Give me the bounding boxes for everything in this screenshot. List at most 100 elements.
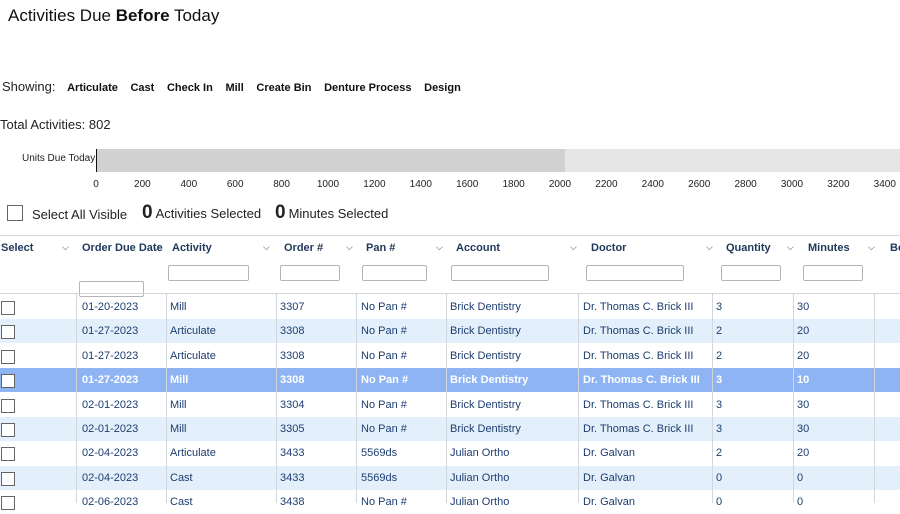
cell-order-number: 3433 [280,471,305,484]
column-header-pan-number[interactable]: Pan # [366,242,395,254]
activity-filter-input[interactable] [168,265,249,281]
column-divider [276,294,277,503]
column-header-bo[interactable]: Bo [890,242,900,254]
cell-quantity: 0 [716,496,723,509]
row-select-checkbox[interactable] [1,325,15,340]
order-number-filter-input[interactable] [280,265,340,281]
row-select-checkbox[interactable] [1,496,15,511]
axis-tick-label: 600 [226,179,244,190]
column-header-minutes[interactable]: Minutes [808,242,850,254]
quantity-filter-input[interactable] [721,265,781,281]
axis-tick-label: 3400 [873,179,896,190]
axis-tick-label: 2400 [641,179,664,190]
cell-pan-number: No Pan # [361,496,407,509]
cell-pan-number: 5569ds [361,471,398,484]
cell-minutes: 30 [797,398,810,411]
table-row[interactable]: 02-04-2023 Cast 3433 5569ds Julian Ortho Dr. … [0,465,900,490]
cell-minutes: 20 [797,325,810,338]
chevron-down-icon[interactable]: ⌵ [263,242,270,253]
cell-doctor: Dr. Thomas C. Brick III [583,349,694,362]
column-header-order-due-date[interactable]: Order Due Date [82,242,163,254]
table-row[interactable]: 01-27-2023 Articulate 3308 No Pan # Brick De… [0,344,900,368]
filter-design[interactable]: Design [424,82,461,94]
table-row[interactable]: 02-01-2023 Mill 3304 No Pan # Brick Dentistr… [0,393,900,417]
column-header-account[interactable]: Account [456,242,500,254]
row-select-checkbox[interactable] [1,349,15,364]
cell-pan-number: 5569ds [361,447,398,460]
doctor-filter-input[interactable] [586,265,684,281]
cell-quantity: 3 [716,301,723,313]
table-row[interactable]: 02-01-2023 Mill 3305 No Pan # Brick Dentistr… [0,417,900,441]
activity-filter-bar: Showing: Articulate Cast Check In Mill C… [2,79,470,94]
axis-tick-label: 0 [93,179,99,190]
row-select-checkbox[interactable] [1,398,15,413]
chevron-down-icon[interactable]: ⌵ [868,242,875,253]
table-row[interactable]: 02-04-2023 Articulate 3433 5569ds Julian Ort… [0,441,900,465]
chevron-down-icon[interactable]: ⌵ [346,242,353,253]
cell-doctor: Dr. Thomas C. Brick III [583,398,694,411]
axis-tick-label: 1200 [363,179,386,190]
column-divider [166,294,167,503]
row-select-checkbox[interactable] [1,301,15,315]
chevron-down-icon[interactable]: ⌵ [706,242,713,253]
filter-cast[interactable]: Cast [130,82,154,94]
cell-activity: Mill [170,398,187,411]
pan-number-filter-input[interactable] [362,265,427,281]
cell-order-due-date: 02-06-2023 [82,496,139,509]
table-row[interactable]: 01-20-2023 Mill 3307 No Pan # Brick Dentistr… [0,295,900,319]
chevron-down-icon[interactable]: ⌵ [787,242,794,253]
filter-check-in[interactable]: Check In [167,82,213,94]
cell-order-due-date: 01-27-2023 [82,349,139,362]
column-header-order-number[interactable]: Order # [284,242,323,254]
chevron-down-icon[interactable]: ⌵ [436,242,443,253]
cell-account: Brick Dentistry [450,398,521,411]
table-row[interactable]: 01-27-2023 Mill 3308 No Pan # Brick Dentistr… [0,368,900,393]
column-divider [712,294,713,503]
column-divider [446,294,447,503]
cell-activity: Cast [170,496,193,509]
column-header-activity[interactable]: Activity [172,242,212,254]
axis-tick-label: 3000 [780,179,804,190]
table-row[interactable]: 01-27-2023 Articulate 3308 No Pan # Brick De… [0,319,900,344]
cell-activity: Articulate [170,349,216,362]
chevron-down-icon[interactable]: ⌵ [153,242,160,253]
column-header-doctor[interactable]: Doctor [591,242,626,254]
activities-selected-count: 0 [142,202,153,223]
select-all-checkbox[interactable] [7,205,23,221]
row-select-checkbox[interactable] [1,447,15,462]
cell-doctor: Dr. Thomas C. Brick III [583,423,694,435]
cell-activity: Mill [170,374,189,387]
minutes-filter-input[interactable] [803,265,863,281]
cell-activity: Mill [170,423,187,435]
row-select-checkbox[interactable] [1,374,15,389]
row-select-checkbox[interactable] [1,471,15,486]
account-filter-input[interactable] [451,265,549,281]
cell-quantity: 3 [716,374,723,387]
filter-denture-process[interactable]: Denture Process [324,82,411,94]
column-header-quantity[interactable]: Quantity [726,242,771,254]
axis-tick-label: 400 [180,179,198,190]
filter-mill[interactable]: Mill [225,82,243,94]
axis-tick-label: 2000 [548,179,572,190]
cell-activity: Cast [170,471,193,484]
filter-create-bin[interactable]: Create Bin [256,82,311,94]
total-activities: Total Activities: 802 [0,117,111,132]
row-select-checkbox[interactable] [1,423,15,437]
cell-order-number: 3305 [280,423,305,435]
cell-account: Brick Dentistry [450,423,521,435]
axis-tick-label: 200 [134,179,151,190]
cell-doctor: Dr. Thomas C. Brick III [583,374,700,387]
column-header-select[interactable]: Select [1,242,33,254]
cell-minutes: 0 [797,471,804,484]
chevron-down-icon[interactable]: ⌵ [570,242,577,253]
filter-articulate[interactable]: Articulate [67,82,118,94]
cell-quantity: 2 [716,349,723,362]
table-row[interactable]: 02-06-2023 Cast 3438 No Pan # Julian Ortho Dr… [0,490,900,514]
cell-quantity: 3 [716,398,723,411]
chevron-down-icon[interactable]: ⌵ [62,242,69,253]
axis-tick-label: 1400 [409,179,432,190]
minutes-selected-counter: 0 Minutes Selected [275,202,388,224]
cell-order-due-date: 01-27-2023 [82,374,139,387]
axis-tick-label: 1800 [502,179,525,190]
units-due-bar-fill [96,149,566,172]
